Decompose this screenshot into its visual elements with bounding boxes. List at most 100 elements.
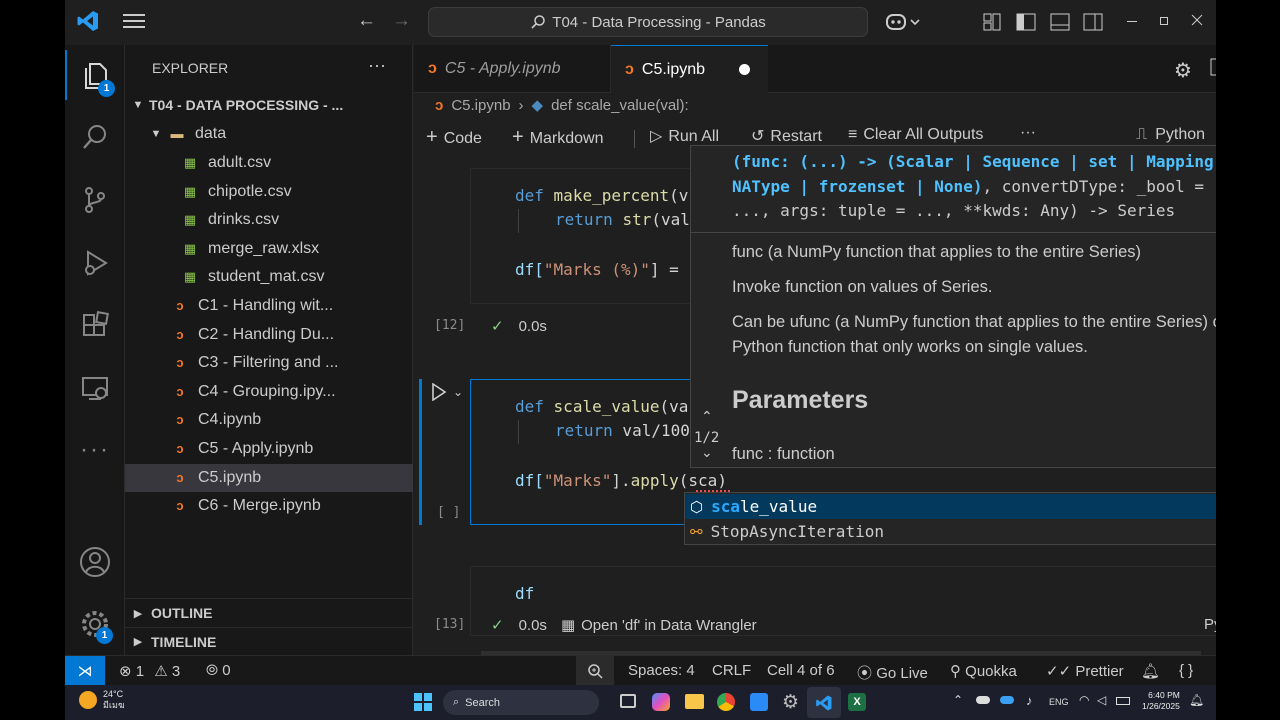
tree-file-data[interactable]: ▦ merge_raw.xlsx [125, 235, 413, 263]
tree-file-notebook[interactable]: ↄ C5 - Apply.ipynb [125, 435, 413, 463]
clear-outputs-button[interactable]: ≡ Clear All Outputs [848, 126, 983, 144]
suggest-item-stop-async-iteration[interactable]: ⚯ StopAsyncIteration [685, 519, 1216, 544]
explorer-sidebar: EXPLORER ··· ▼ T04 - DATA PROCESSING - .… [125, 45, 413, 655]
copilot-icon[interactable] [885, 11, 923, 33]
more-icon: ··· [80, 436, 110, 463]
tree-file-notebook[interactable]: ↄ C4 - Grouping.ipy... [125, 378, 413, 406]
add-code-button[interactable]: + Code [426, 126, 482, 149]
go-live-button[interactable]: ⦿ Go Live [857, 662, 928, 683]
minimize-icon[interactable] [1127, 21, 1137, 22]
command-center-search[interactable]: T04 - Data Processing - Pandas [428, 7, 868, 37]
close-icon[interactable] [1191, 13, 1203, 31]
unsaved-dot-icon[interactable] [739, 64, 750, 75]
tree-file-data[interactable]: ▦ chipotle.csv [125, 178, 413, 206]
zoom-indicator[interactable] [576, 656, 614, 685]
explorer-activity[interactable]: 1 [65, 50, 125, 100]
volume-icon[interactable]: ◁ [1097, 693, 1106, 707]
hint-up-chevron-icon[interactable]: ⌃ [701, 408, 713, 425]
input-language[interactable]: ENG [1049, 697, 1069, 707]
tree-folder-data[interactable]: ▼ ▬ data [125, 120, 413, 148]
remote-indicator[interactable]: ⋊ [65, 656, 105, 685]
problems-indicator[interactable]: ⊗ 1 ⚠ 3 [119, 662, 180, 680]
microphone-icon[interactable]: ♪ [1026, 693, 1033, 708]
copilot-app-icon[interactable] [652, 693, 670, 711]
toggle-sidebar-icon[interactable] [1016, 13, 1036, 36]
tree-file-notebook[interactable]: ↄ C3 - Filtering and ... [125, 349, 413, 377]
split-editor-icon[interactable] [1210, 58, 1216, 81]
suggest-widget: ⬡ scale_value ⚯ StopAsyncIteration [684, 492, 1216, 545]
tab-c5-apply[interactable]: ↄ C5 - Apply.ipynb [414, 45, 611, 93]
weather-widget[interactable]: 24°C มีเมฆ [79, 689, 125, 711]
more-activity[interactable]: ··· [65, 425, 125, 475]
workspace-root[interactable]: ▼ T04 - DATA PROCESSING - ... [125, 91, 413, 119]
toggle-panel-icon[interactable] [1050, 13, 1070, 36]
run-debug-activity[interactable] [65, 238, 125, 288]
tray-chevron-icon[interactable]: ⌃ [953, 693, 963, 707]
run-options-chevron-icon[interactable]: ⌄ [453, 385, 463, 399]
file-explorer-icon[interactable] [685, 694, 704, 709]
excel-icon[interactable]: X [848, 693, 866, 711]
extensions-activity[interactable] [65, 301, 125, 351]
manage-activity[interactable]: 1 [65, 599, 125, 649]
cell-indicator[interactable]: Cell 4 of 6 [767, 662, 835, 679]
tab-c5[interactable]: ↄ C5.ipynb [611, 45, 768, 94]
jupyter-icon: ↄ [428, 60, 437, 77]
source-control-activity[interactable] [65, 175, 125, 225]
remote-explorer-activity[interactable] [65, 363, 125, 413]
search-activity[interactable] [65, 112, 125, 162]
back-arrow-icon[interactable]: ← [357, 10, 376, 32]
onedrive-work-icon[interactable] [1000, 696, 1014, 704]
tree-file-data[interactable]: ▦ drinks.csv [125, 206, 413, 234]
run-all-button[interactable]: ▷ Run All [650, 126, 719, 146]
tree-file-notebook[interactable]: ↄ C2 - Handling Du... [125, 321, 413, 349]
tree-file-notebook[interactable]: ↄ C4.ipynb [125, 406, 413, 434]
indent-guide [518, 420, 519, 444]
cell-active-line2: return val/100 [555, 421, 690, 440]
restore-icon[interactable] [1160, 17, 1168, 25]
tree-file-notebook[interactable]: ↄ C6 - Merge.ipynb [125, 492, 413, 520]
toggle-secondary-sidebar-icon[interactable] [1083, 13, 1103, 36]
prettier-button[interactable]: ✓✓ Prettier [1046, 662, 1124, 680]
extensions-icon [83, 311, 109, 336]
start-windows-icon[interactable] [414, 693, 432, 716]
forward-arrow-icon[interactable]: → [392, 10, 411, 32]
tree-file-data[interactable]: ▦ student_mat.csv [125, 263, 413, 291]
vscode-taskbar-icon[interactable] [807, 687, 841, 718]
task-view-icon[interactable] [620, 694, 636, 708]
tree-file-data[interactable]: ▦ adult.csv [125, 149, 413, 177]
breadcrumb-symbol[interactable]: def scale_value(val): [551, 97, 689, 114]
explorer-more-icon[interactable]: ··· [368, 55, 386, 76]
outline-section[interactable]: ▶ OUTLINE [125, 599, 413, 627]
clock[interactable]: 6:40 PM 1/26/2025 [1142, 690, 1180, 712]
layout-customize-icon[interactable] [983, 13, 1001, 36]
restart-button[interactable]: ↺ Restart [751, 126, 822, 146]
timeline-section[interactable]: ▶ TIMELINE [125, 627, 413, 655]
chrome-icon[interactable] [717, 693, 735, 711]
ports-indicator[interactable]: ⦾ 0 [206, 662, 231, 679]
eol-indicator[interactable]: CRLF [712, 662, 751, 679]
store-icon[interactable] [750, 693, 768, 711]
taskbar-search[interactable]: ⌕ Search [443, 690, 599, 715]
tree-file-notebook[interactable]: ↄ C5.ipynb [125, 463, 413, 492]
toolbar-more-icon[interactable]: ··· [1020, 124, 1036, 142]
wifi-icon[interactable]: ◠ [1079, 693, 1089, 707]
hint-down-chevron-icon[interactable]: ⌄ [701, 444, 713, 461]
braces-icon[interactable]: { } [1179, 662, 1193, 679]
breadcrumb-file[interactable]: C5.ipynb [451, 97, 510, 114]
accounts-activity[interactable] [65, 537, 125, 587]
settings-gear-icon[interactable]: ⚙ [1174, 58, 1192, 83]
menu-icon[interactable] [123, 12, 145, 30]
quokka-button[interactable]: ⚲ Quokka [950, 662, 1017, 680]
notification-center-icon[interactable]: 🔔︎ [1189, 693, 1204, 707]
onedrive-icon[interactable] [976, 696, 990, 704]
notifications-bell-icon[interactable]: 🔔︎ [1141, 662, 1160, 680]
run-cell-button[interactable] [431, 382, 447, 406]
open-data-wrangler-link[interactable]: Open 'df' in Data Wrangler [581, 617, 757, 634]
battery-icon[interactable] [1116, 697, 1130, 705]
tree-file-notebook[interactable]: ↄ C1 - Handling wit... [125, 292, 413, 320]
indentation-indicator[interactable]: Spaces: 4 [628, 662, 695, 679]
settings-app-icon[interactable]: ⚙ [782, 691, 799, 714]
cell13-language[interactable]: Python [1204, 616, 1216, 633]
add-markdown-button[interactable]: + Markdown [512, 126, 604, 149]
suggest-item-scale-value[interactable]: ⬡ scale_value [685, 494, 1216, 519]
